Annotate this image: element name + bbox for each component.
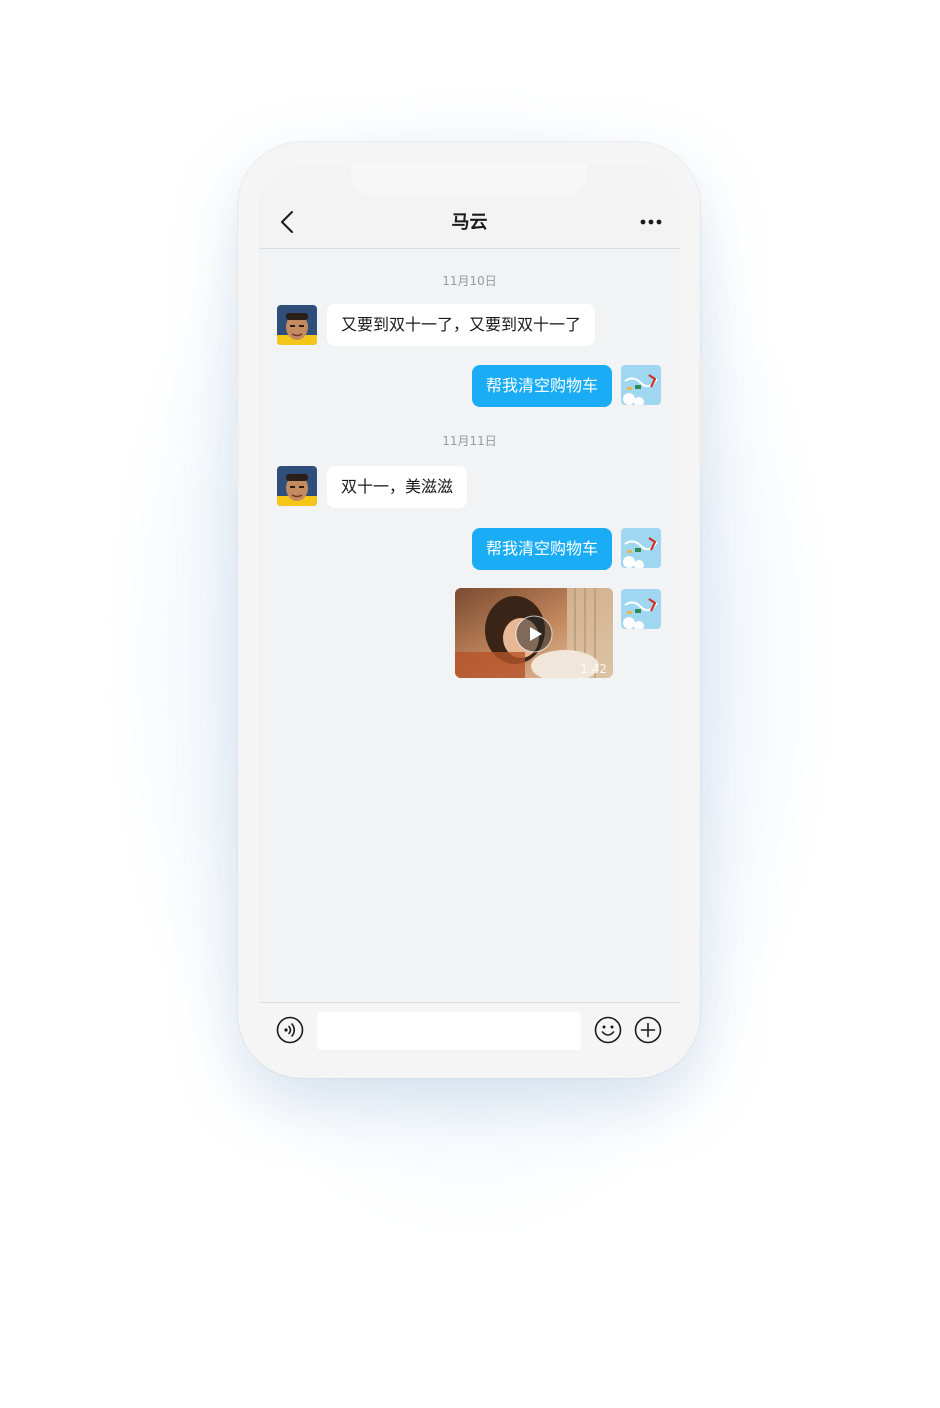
phone-side-button: [235, 268, 239, 302]
my-avatar[interactable]: [621, 589, 661, 629]
contact-avatar[interactable]: [277, 305, 317, 345]
message-text-input[interactable]: [317, 1012, 581, 1050]
chat-title: 马云: [451, 212, 488, 233]
incoming-message-bubble[interactable]: 又要到双十一了，又要到双十一了: [327, 304, 596, 346]
contact-avatar[interactable]: [277, 466, 317, 506]
video-duration: 1.42: [580, 662, 607, 676]
phone-power-button: [699, 356, 703, 466]
my-avatar[interactable]: [621, 528, 661, 568]
outgoing-message-bubble[interactable]: 帮我清空购物车: [471, 528, 612, 570]
my-avatar[interactable]: [621, 365, 661, 405]
chat-screen: 马云 11月10日 又要到双十一了，又要到双十一了 帮我清空购物车 11月11日…: [259, 164, 680, 1057]
play-icon[interactable]: [515, 615, 553, 653]
voice-icon[interactable]: [276, 1016, 304, 1044]
message-input-bar: [259, 1002, 680, 1057]
more-dots-icon[interactable]: [640, 218, 662, 226]
date-separator: 11月11日: [442, 434, 497, 448]
plus-icon[interactable]: [634, 1016, 662, 1044]
incoming-message-bubble[interactable]: 双十一，美滋滋: [327, 466, 468, 508]
phone-notch: [351, 164, 587, 196]
chat-header: 马云: [259, 164, 680, 249]
phone-volume-up: [235, 330, 239, 400]
date-separator: 11月10日: [442, 274, 497, 288]
video-message[interactable]: 1.42: [455, 588, 613, 678]
emoji-icon[interactable]: [594, 1016, 622, 1044]
outgoing-message-bubble[interactable]: 帮我清空购物车: [471, 365, 612, 407]
phone-volume-down: [235, 420, 239, 490]
